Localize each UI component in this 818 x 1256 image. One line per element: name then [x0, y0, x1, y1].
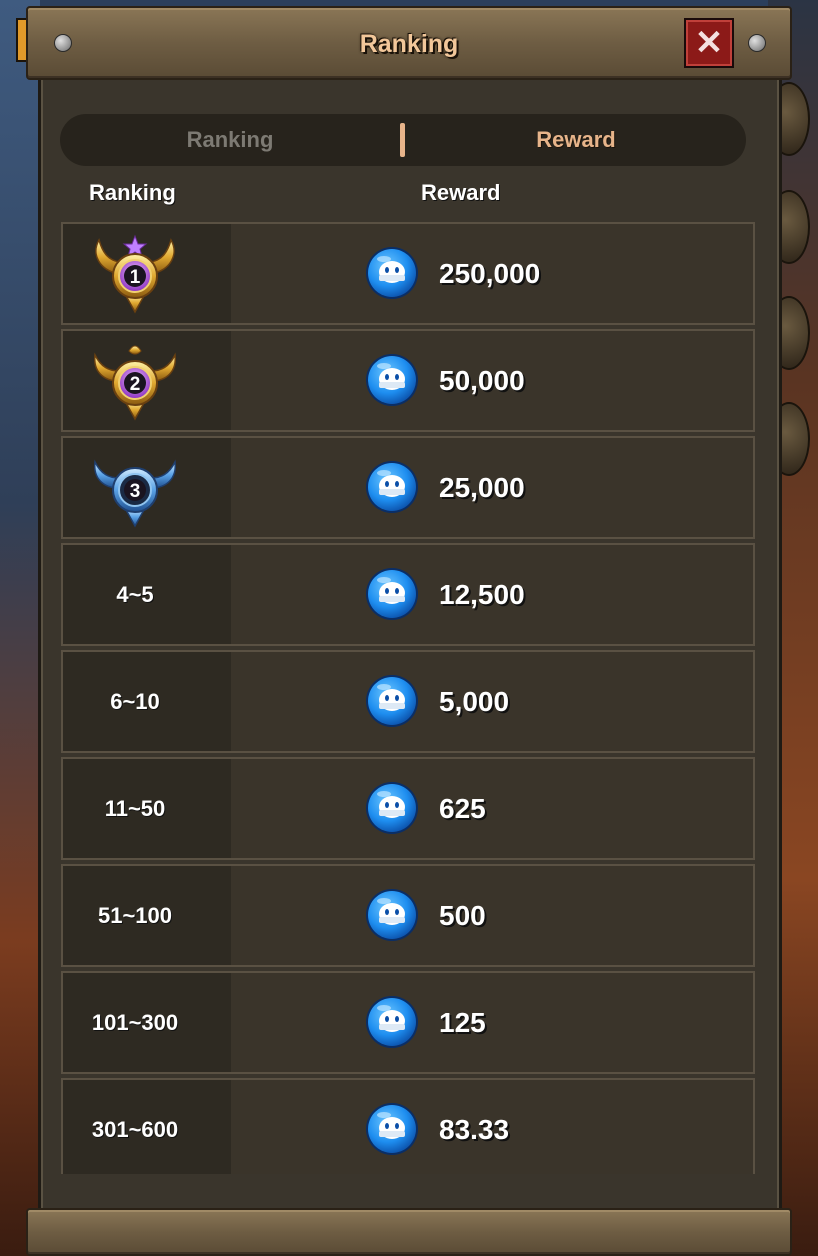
tab-reward[interactable]: Reward [406, 114, 746, 166]
reward-row: 101~300 125 [61, 971, 755, 1074]
rank-cell-arrow [207, 224, 231, 323]
reward-amount: 125 [439, 1007, 486, 1038]
reward-list[interactable]: 1 250,000 2 50,000 3 25,000 4~5 12,500 6~10 5,000… [61, 222, 755, 1174]
rank-cell-arrow [207, 438, 231, 537]
rank-cell-arrow [207, 866, 231, 965]
rank-cell-arrow [207, 1080, 231, 1174]
svg-text:1: 1 [130, 267, 141, 288]
column-header-ranking: Ranking [89, 180, 176, 205]
rank-cell-arrow [207, 759, 231, 858]
bottom-bar [26, 1208, 792, 1256]
reward-row: 6~10 5,000 [61, 650, 755, 753]
gold-horned-rank-2-badge: 2 [85, 337, 185, 425]
blue-gem-currency-icon [364, 245, 420, 301]
reward-amount: 25,000 [439, 472, 525, 503]
rank-range: 4~5 [116, 582, 154, 607]
reward-amount: 500 [439, 900, 486, 931]
rank-cell-arrow [207, 331, 231, 430]
rank-range: 301~600 [91, 1117, 179, 1142]
reward-row: 4~5 12,500 [61, 543, 755, 646]
window-title: Ranking [359, 30, 459, 58]
reward-amount: 250,000 [439, 258, 541, 289]
rank-cell-arrow [207, 545, 231, 644]
blue-gem-currency-icon [364, 887, 420, 943]
title-bar: Ranking [26, 6, 792, 80]
reward-row: 51~100 500 [61, 864, 755, 967]
tab-bar: Ranking Reward [60, 114, 746, 166]
svg-text:2: 2 [130, 374, 141, 395]
reward-row: 301~600 83.33 [61, 1078, 755, 1174]
rank-range: 6~10 [110, 689, 160, 714]
rank-range: 101~300 [91, 1010, 179, 1035]
blue-gem-currency-icon [364, 994, 420, 1050]
blue-gem-currency-icon [364, 459, 420, 515]
rank-range: 51~100 [97, 903, 173, 928]
tab-divider [400, 123, 405, 157]
blue-gem-currency-icon [364, 1101, 420, 1157]
close-icon: ✕ [694, 24, 724, 62]
gold-winged-rank-1-badge: 1 [85, 230, 185, 318]
svg-text:3: 3 [130, 481, 141, 502]
reward-row: 1 250,000 [61, 222, 755, 325]
tab-ranking[interactable]: Ranking [60, 114, 400, 166]
rank-cell-arrow [207, 973, 231, 1072]
reward-row: 3 25,000 [61, 436, 755, 539]
blue-winged-rank-3-badge: 3 [85, 444, 185, 532]
blue-gem-currency-icon [364, 566, 420, 622]
reward-amount: 625 [439, 793, 486, 824]
blue-gem-currency-icon [364, 673, 420, 729]
reward-row: 11~50 625 [61, 757, 755, 860]
blue-gem-currency-icon [364, 780, 420, 836]
close-button[interactable]: ✕ [684, 18, 734, 68]
column-header-reward: Reward [421, 180, 501, 205]
rank-range: 11~50 [104, 796, 166, 821]
reward-amount: 5,000 [439, 686, 510, 717]
reward-amount: 12,500 [439, 579, 525, 610]
background-left [0, 0, 40, 1256]
rank-cell-arrow [207, 652, 231, 751]
reward-row: 2 50,000 [61, 329, 755, 432]
reward-amount: 50,000 [439, 365, 525, 396]
blue-gem-currency-icon [364, 352, 420, 408]
reward-amount: 83.33 [439, 1114, 510, 1145]
